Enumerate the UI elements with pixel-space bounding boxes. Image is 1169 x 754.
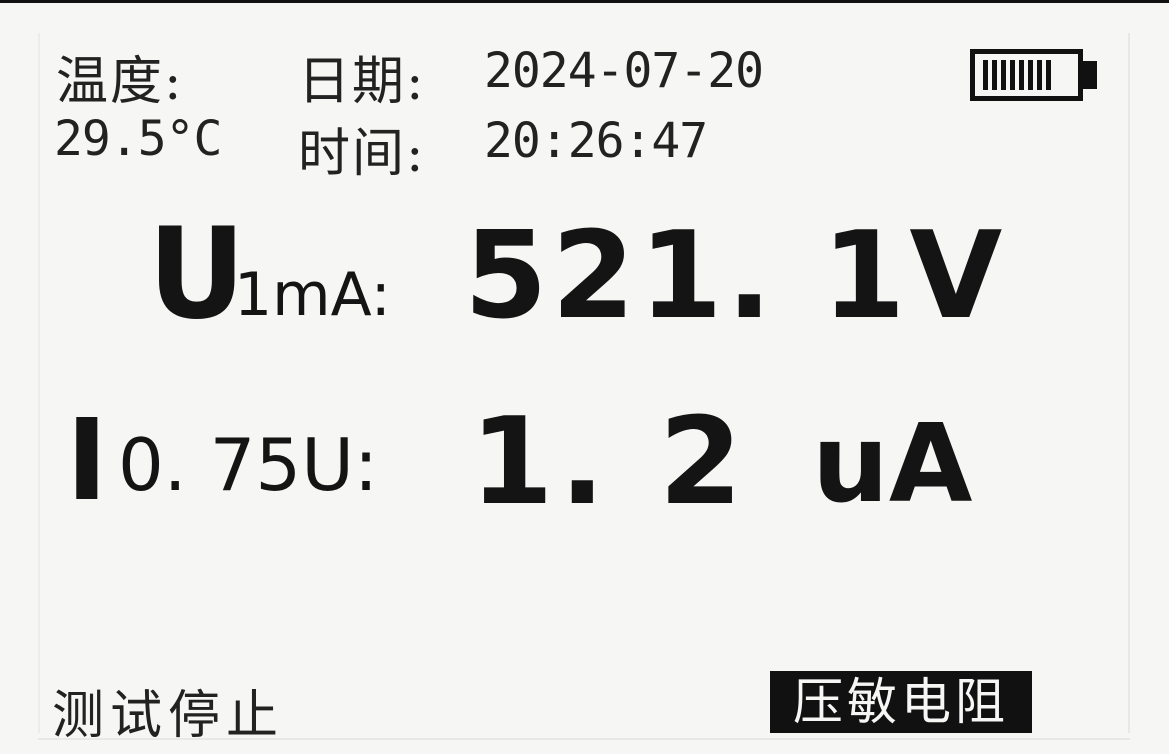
battery-bar <box>983 60 988 90</box>
temperature-label: 温度: <box>56 52 184 112</box>
screen-right-edge <box>1128 33 1130 733</box>
date-value: 2024-07-20 <box>484 43 764 99</box>
test-status: 测试停止 <box>52 686 285 746</box>
mode-badge[interactable]: 压敏电阻 <box>770 671 1032 733</box>
lcd-screen: 温度: 29.5°C 日期: 2024-07-20 时间: 20:26:47 U… <box>0 3 1169 754</box>
voltage-subscript: 1mA: <box>234 260 391 330</box>
battery-level-bars <box>983 60 1053 90</box>
battery-bar <box>992 60 997 90</box>
screen-left-edge <box>38 33 40 733</box>
voltage-symbol: U <box>148 201 246 348</box>
current-unit: uA <box>812 402 973 527</box>
battery-bar <box>1046 60 1051 90</box>
current-symbol: I <box>66 396 108 526</box>
temperature-value: 29.5°C <box>54 111 222 167</box>
battery-bar <box>1037 60 1042 90</box>
battery-cap <box>1083 61 1097 89</box>
time-value: 20:26:47 <box>484 113 708 169</box>
date-label: 日期: <box>298 52 426 112</box>
battery-icon <box>970 49 1083 101</box>
battery-bar <box>1028 60 1033 90</box>
battery-bar <box>1010 60 1015 90</box>
battery-bar <box>1019 60 1024 90</box>
voltage-value: 521. 1V <box>464 207 1007 346</box>
current-value: 1. 2 <box>470 393 749 532</box>
battery-bar <box>1001 60 1006 90</box>
time-label: 时间: <box>298 124 426 184</box>
current-subscript: 0. 75U: <box>118 423 379 507</box>
